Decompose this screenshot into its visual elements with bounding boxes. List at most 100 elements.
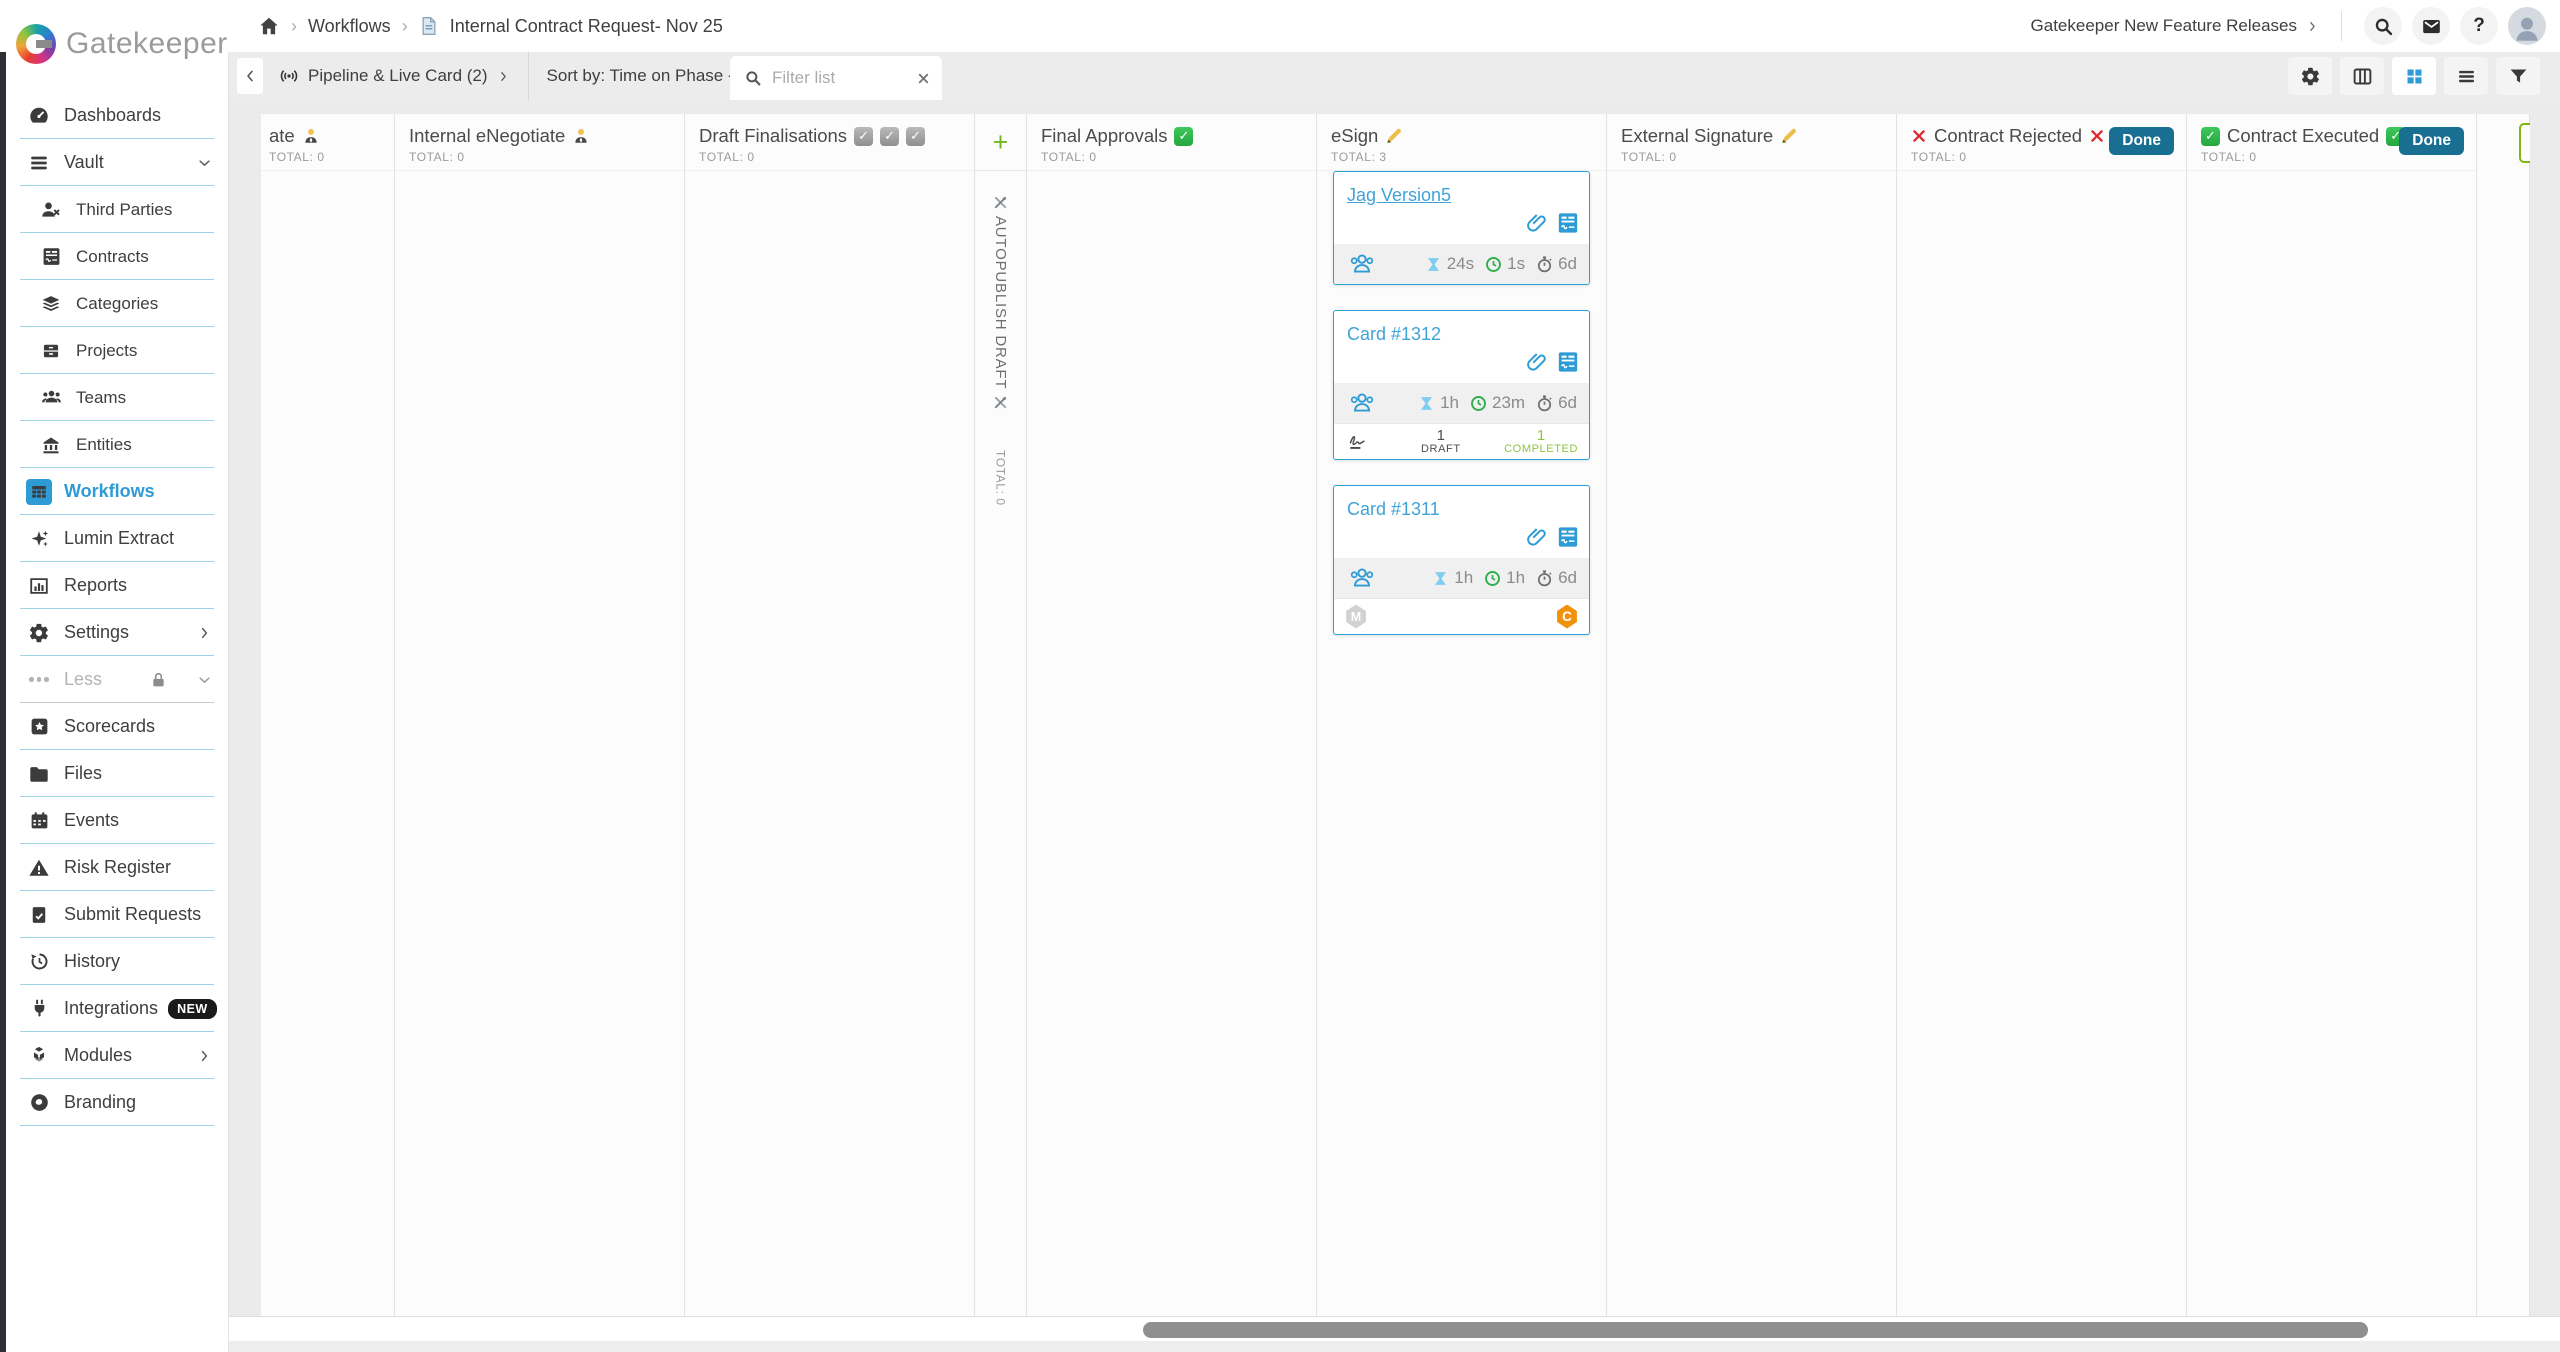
assignees-icon: [1346, 390, 1378, 416]
filter-button[interactable]: [2496, 57, 2540, 95]
breadcrumb-workflows[interactable]: Workflows: [308, 16, 391, 37]
sidebar-item-risk-register[interactable]: Risk Register: [6, 844, 228, 891]
clock-icon: [1484, 255, 1503, 274]
contract-file-icon[interactable]: [1557, 212, 1579, 234]
sidebar-item-projects[interactable]: Projects: [6, 327, 228, 374]
sidebar-item-reports[interactable]: Reports: [6, 562, 228, 609]
sidebar-item-entities[interactable]: Entities: [6, 421, 228, 468]
pipeline-selector[interactable]: Pipeline & Live Card (2): [279, 66, 510, 86]
time-on-phase: 24s: [1424, 254, 1474, 274]
card-title-link[interactable]: Card #1311: [1334, 486, 1589, 522]
phase-header: ✓ Contract Executed ✓ TOTAL: 0 Done: [2187, 114, 2476, 171]
home-icon[interactable]: [258, 15, 280, 37]
card-title-link[interactable]: Card #1312: [1334, 311, 1589, 347]
collapsed-phase-title[interactable]: AUTOPUBLISH DRAFT TOTAL: 0: [992, 189, 1009, 506]
warning-triangle-icon: [26, 855, 52, 881]
person-x-icon: [38, 197, 64, 223]
sidebar-item-vault[interactable]: Vault: [6, 139, 228, 186]
hourglass-icon: [1431, 569, 1450, 588]
sidebar-item-lumin-extract[interactable]: Lumin Extract: [6, 515, 228, 562]
attachment-icon[interactable]: [1525, 350, 1549, 374]
clear-filter-icon[interactable]: [917, 72, 930, 85]
sidebar-item-categories[interactable]: Categories: [6, 280, 228, 327]
gatekeeper-logo[interactable]: Gatekeeper: [16, 24, 228, 64]
sidebar-item-files[interactable]: Files: [6, 750, 228, 797]
card-title-link[interactable]: Jag Version5: [1334, 172, 1589, 208]
filter-input[interactable]: [772, 68, 898, 88]
layers-icon: [38, 291, 64, 317]
active-time: 23m: [1469, 393, 1525, 413]
sidebar-item-workflows[interactable]: Workflows: [6, 468, 228, 515]
sidebar-item-scorecards[interactable]: Scorecards: [6, 703, 228, 750]
time-on-phase: 1h: [1431, 568, 1473, 588]
kanban-board: ate TOTAL: 0 Internal eNegotiate TOTAL: …: [261, 114, 2530, 1316]
contract-file-icon[interactable]: [1557, 526, 1579, 548]
chevron-right-icon: [197, 1048, 212, 1063]
avatar[interactable]: [2508, 7, 2546, 45]
breadcrumb-separator: ›: [402, 16, 408, 37]
phase-header: ate TOTAL: 0: [261, 114, 394, 171]
phase-column-negotiate-partial: ate TOTAL: 0: [261, 114, 395, 1316]
red-x-emoji: [2089, 128, 2105, 144]
workflow-card[interactable]: Card #1311 1h 1h 6d M C: [1333, 485, 1590, 635]
attachment-icon[interactable]: [1525, 525, 1549, 549]
bank-icon: [38, 432, 64, 458]
add-phase-button[interactable]: [2519, 123, 2530, 163]
board-toolbar: Pipeline & Live Card (2) Sort by: Time o…: [229, 52, 2560, 100]
sidebar-item-less[interactable]: Less: [6, 656, 228, 703]
sidebar-item-third-parties[interactable]: Third Parties: [6, 186, 228, 233]
phase-total: TOTAL: 0: [1621, 150, 1882, 164]
phase-header: Draft Finalisations ✓ ✓ ✓ TOTAL: 0: [685, 114, 974, 171]
search-button[interactable]: [2364, 7, 2402, 45]
workflow-card[interactable]: Card #1312 1h 23m 6d: [1333, 310, 1590, 460]
time-remaining: 6d: [1535, 568, 1577, 588]
branding-circle-icon: [26, 1090, 52, 1116]
phase-column-autopublish-draft: + AUTOPUBLISH DRAFT TOTAL: 0: [975, 114, 1027, 1316]
sidebar-item-settings[interactable]: Settings: [6, 609, 228, 656]
workflow-card[interactable]: Jag Version5 24s 1s 6d: [1333, 171, 1590, 285]
clock-icon: [1483, 569, 1502, 588]
sparkles-icon: [26, 526, 52, 552]
contract-file-icon[interactable]: [1557, 351, 1579, 373]
active-time: 1h: [1483, 568, 1525, 588]
phase-header: Contract Rejected TOTAL: 0 Done: [1897, 114, 2186, 171]
grid-view-button[interactable]: [2392, 57, 2436, 95]
green-check-emoji: ✓: [1174, 127, 1193, 146]
phase-header: Internal eNegotiate TOTAL: 0: [395, 114, 684, 171]
sidebar-item-submit-requests[interactable]: Submit Requests: [6, 891, 228, 938]
phase-column-draft-finalisations: Draft Finalisations ✓ ✓ ✓ TOTAL: 0: [685, 114, 975, 1316]
done-badge: Done: [2109, 127, 2174, 155]
back-button[interactable]: [237, 58, 263, 94]
menu-icon: [26, 150, 52, 176]
add-card-button[interactable]: +: [975, 114, 1026, 171]
phase-column-partial: [2477, 114, 2530, 1316]
history-clock-icon: [26, 949, 52, 975]
draft-counter: 1 DRAFT: [1421, 428, 1461, 455]
sidebar-item-modules[interactable]: Modules: [6, 1032, 228, 1079]
messages-button[interactable]: [2412, 7, 2450, 45]
gatekeeper-logo-icon: [16, 24, 56, 64]
sidebar-item-integrations[interactable]: Integrations NEW: [6, 985, 228, 1032]
card-stats-row: 1h 23m 6d: [1334, 383, 1589, 423]
document-icon: [419, 16, 439, 36]
contract-document-icon: [38, 244, 64, 270]
sidebar-item-contracts[interactable]: Contracts: [6, 233, 228, 280]
board-settings-button[interactable]: [2288, 57, 2332, 95]
sidebar-item-dashboards[interactable]: Dashboards: [6, 92, 228, 139]
sidebar-item-history[interactable]: History: [6, 938, 228, 985]
sidebar-item-teams[interactable]: Teams: [6, 374, 228, 421]
scrollbar-thumb[interactable]: [1143, 1322, 2368, 1338]
card-badges-row: M C: [1334, 598, 1589, 634]
help-button[interactable]: ?: [2460, 7, 2498, 45]
active-time: 1s: [1484, 254, 1525, 274]
horizontal-scrollbar: [229, 1316, 2560, 1341]
sidebar-item-events[interactable]: Events: [6, 797, 228, 844]
columns-view-button[interactable]: [2340, 57, 2384, 95]
list-view-button[interactable]: [2444, 57, 2488, 95]
sidebar-item-branding[interactable]: Branding: [6, 1079, 228, 1126]
feature-releases-link[interactable]: Gatekeeper New Feature Releases: [2031, 16, 2319, 36]
phase-total: TOTAL: 0: [409, 150, 670, 164]
attachment-icon[interactable]: [1525, 211, 1549, 235]
assignees-icon: [1346, 251, 1378, 277]
esign-status-row: 1 DRAFT 1 COMPLETED: [1334, 423, 1589, 459]
